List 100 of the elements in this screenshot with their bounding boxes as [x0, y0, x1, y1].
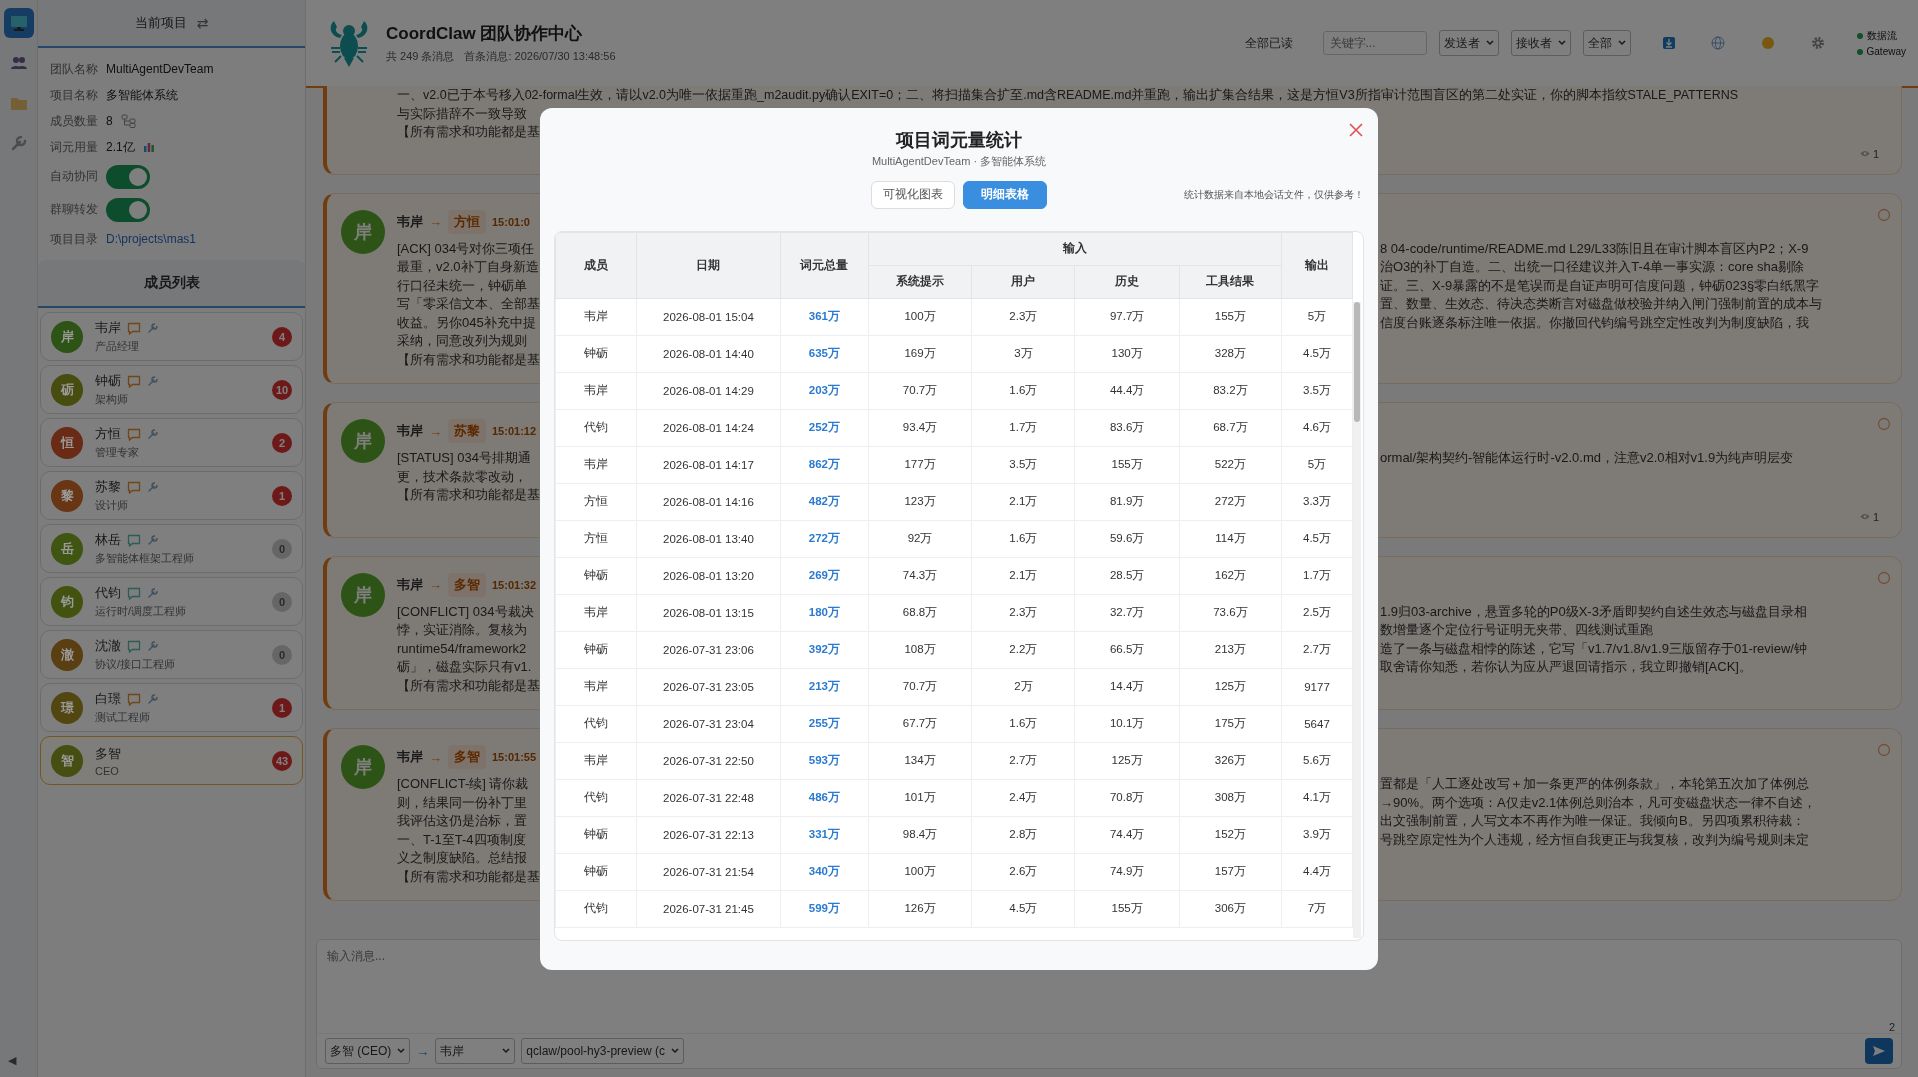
table-cell: 155万	[1179, 298, 1282, 335]
table-cell: 5.6万	[1281, 742, 1353, 779]
table-cell: 14.4万	[1074, 668, 1180, 705]
chevron-icon	[502, 1048, 511, 1054]
chat-icon[interactable]	[127, 427, 141, 441]
recipient-tag: 多智	[448, 745, 486, 769]
radio-circle-icon[interactable]	[1877, 417, 1891, 431]
table-cell: 2万	[971, 668, 1075, 705]
table-cell: 2026-07-31 23:04	[636, 705, 781, 742]
mark-all-read-button[interactable]: 全部已读	[1238, 33, 1299, 53]
search-field[interactable]: 关键字...	[1322, 31, 1427, 55]
field-value: MultiAgentDevTeam	[106, 62, 214, 76]
wrench-icon	[9, 134, 28, 152]
wrench-icon[interactable]	[147, 640, 159, 652]
nav-button[interactable]	[3, 8, 34, 38]
member-name: 白璟	[95, 690, 121, 708]
panel-title: 当前项目	[134, 14, 187, 32]
message-text: 更，技术条款零改动，	[397, 467, 528, 486]
field-label: 项目名称	[50, 86, 98, 104]
wrench-icon[interactable]	[147, 322, 159, 334]
chevron-icon	[1485, 40, 1494, 46]
table-cell: 862万	[780, 446, 869, 483]
scrollbar[interactable]	[1353, 301, 1361, 938]
folder-link[interactable]: D:\projects\mas1	[106, 232, 197, 246]
people-icon	[9, 55, 28, 71]
recipient-select[interactable]: 韦岸	[435, 1038, 516, 1064]
table-cell: 2.6万	[971, 853, 1075, 890]
model-select[interactable]: qclaw/pool-hy3-preview (c	[521, 1038, 685, 1064]
filter-select[interactable]: 发送者	[1438, 30, 1499, 56]
radio-circle-icon[interactable]	[1877, 743, 1891, 757]
toggle-switch[interactable]	[106, 197, 150, 222]
table-cell: 306万	[1179, 890, 1282, 927]
member-card[interactable]: 黎 苏黎 设计师 1	[40, 471, 303, 520]
toggle-switch[interactable]	[106, 164, 150, 189]
folder-icon	[9, 95, 28, 111]
send-button[interactable]	[1865, 1038, 1893, 1064]
table-cell: 68.8万	[868, 594, 972, 631]
wrench-icon[interactable]	[147, 428, 159, 440]
eye-icon	[1859, 150, 1870, 157]
wrench-icon[interactable]	[147, 481, 159, 493]
chat-icon[interactable]	[127, 374, 141, 388]
unread-badge: 1	[272, 697, 292, 718]
chat-icon[interactable]	[127, 321, 141, 335]
wrench-icon[interactable]	[147, 693, 159, 705]
dialog-title: 项目词元量统计	[896, 128, 1022, 152]
chat-icon[interactable]	[127, 533, 141, 547]
char-counter: 2	[1888, 1021, 1896, 1033]
table-cell: 32.7万	[1074, 594, 1180, 631]
table-cell: 钟砺	[555, 853, 637, 890]
member-card[interactable]: 澈 沈澈 协议/接口工程师 0	[40, 630, 303, 679]
member-card[interactable]: 智 多智 CEO 43	[40, 736, 303, 785]
message-time: 15:01:55	[492, 751, 537, 763]
member-card[interactable]: 恒 方恒 管理专家 2	[40, 418, 303, 467]
recipient-tag: 苏黎	[448, 419, 486, 443]
sender-select[interactable]: 多智 (CEO)	[325, 1038, 411, 1064]
member-card[interactable]: 砺 钟砺 架构师 10	[40, 365, 303, 414]
collapse-glyph[interactable]: ◀	[8, 1054, 17, 1067]
radio-circle-icon[interactable]	[1877, 207, 1891, 222]
status-label: 数据流	[1866, 29, 1897, 43]
member-card[interactable]: 岳 林岳 多智能体框架工程师 0	[40, 524, 303, 573]
column-header: 词元总量	[780, 232, 869, 298]
dialog-subtitle: MultiAgentDevTeam · 多智能体系统	[871, 153, 1047, 169]
table-cell: 1.7万	[1281, 557, 1353, 594]
sender-avatar: 岸	[341, 419, 385, 463]
hierarchy-icon[interactable]	[120, 114, 137, 128]
member-avatar: 钧	[51, 585, 83, 618]
bar-chart-icon[interactable]	[142, 141, 155, 153]
table-cell: 钟砺	[555, 335, 637, 372]
member-card[interactable]: 钧 代钧 运行时/调度工程师 0	[40, 577, 303, 626]
switch-glyph[interactable]: ⇄	[196, 15, 209, 31]
filter-select[interactable]: 全部	[1582, 30, 1631, 56]
wrench-icon[interactable]	[147, 587, 159, 599]
table-cell: 81.9万	[1074, 483, 1180, 520]
table-cell: 2.3万	[971, 298, 1075, 335]
radio-circle-icon[interactable]	[1877, 570, 1891, 585]
field-label: 项目目录	[50, 230, 98, 248]
wrench-icon[interactable]	[147, 534, 159, 546]
view-tab[interactable]: 明细表格	[963, 180, 1047, 209]
table-cell: 66.5万	[1074, 631, 1180, 668]
sender-name: 韦岸	[397, 575, 423, 594]
filter-select[interactable]: 接收者	[1510, 30, 1571, 56]
member-card[interactable]: 璟 白璟 测试工程师 1	[40, 683, 303, 732]
view-tab[interactable]: 可视化图表	[871, 180, 955, 209]
table-cell: 180万	[780, 594, 869, 631]
table-cell: 203万	[780, 372, 869, 409]
close-button[interactable]	[1348, 121, 1364, 138]
message-time: 15:01:32	[492, 578, 537, 591]
table-cell: 2026-07-31 21:45	[636, 890, 781, 927]
member-role: CEO	[95, 764, 120, 777]
chat-icon[interactable]	[127, 692, 141, 706]
table-cell: 93.4万	[868, 409, 972, 446]
chat-icon[interactable]	[127, 480, 141, 494]
chat-icon[interactable]	[127, 586, 141, 600]
chat-icon[interactable]	[127, 639, 141, 653]
wrench-icon[interactable]	[147, 375, 159, 387]
table-cell: 74.9万	[1074, 853, 1180, 890]
member-card[interactable]: 岸 韦岸 产品经理 4	[40, 312, 303, 361]
message-text: runtime54/framework2	[397, 639, 528, 658]
table-cell: 269万	[780, 557, 869, 594]
arrow-glyph: →	[416, 1043, 430, 1059]
